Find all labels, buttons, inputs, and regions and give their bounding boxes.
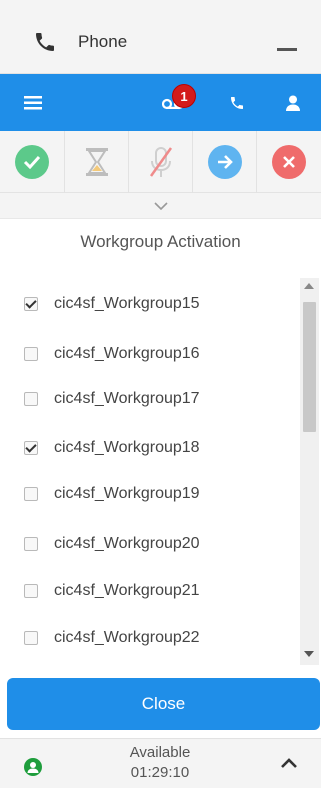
call-button[interactable] [222,74,252,131]
check-icon [15,145,49,179]
workgroup-checkbox[interactable] [24,297,38,311]
workgroup-checkbox[interactable] [24,392,38,406]
workgroup-row[interactable]: cic4sf_Workgroup21 [0,571,300,611]
phone-icon [231,96,243,109]
workgroup-label: cic4sf_Workgroup20 [54,535,200,552]
workgroup-row[interactable]: cic4sf_Workgroup18 [0,428,300,468]
workgroup-checkbox[interactable] [24,631,38,645]
workgroup-row[interactable]: cic4sf_Workgroup16 [0,334,300,374]
scroll-down-arrow[interactable] [304,651,314,657]
minimize-button[interactable] [277,48,297,51]
chevron-down-icon [153,201,168,210]
user-icon [286,95,300,111]
workgroup-label: cic4sf_Workgroup15 [54,295,200,312]
menu-icon [24,95,42,109]
scroll-thumb[interactable] [303,302,316,432]
status-text[interactable]: Available 01:29:10 [100,743,220,783]
notification-badge: 1 [172,84,196,108]
workgroup-label: cic4sf_Workgroup16 [54,345,200,362]
user-button[interactable] [278,74,308,131]
mute-button[interactable] [128,131,193,193]
hold-button[interactable] [64,131,129,193]
chevron-up-icon[interactable] [280,757,298,769]
workgroup-label: cic4sf_Workgroup22 [54,629,200,646]
workgroup-row[interactable]: cic4sf_Workgroup19 [0,474,300,514]
workgroup-checkbox[interactable] [24,441,38,455]
disconnect-button[interactable] [256,131,321,193]
workgroup-row[interactable]: cic4sf_Workgroup22 [0,618,300,658]
toolbar [0,74,321,131]
workgroup-checkbox[interactable] [24,537,38,551]
menu-button[interactable] [18,74,48,131]
workgroup-label: cic4sf_Workgroup17 [54,390,200,407]
workgroup-checkbox[interactable] [24,487,38,501]
workgroup-label: cic4sf_Workgroup18 [54,439,200,456]
status-bar: Available 01:29:10 [0,738,321,788]
workgroup-row[interactable]: cic4sf_Workgroup17 [0,379,300,419]
transfer-button[interactable] [192,131,257,193]
workgroup-label: cic4sf_Workgroup21 [54,582,200,599]
phone-icon [36,33,54,51]
phone-header: Phone [0,0,321,74]
close-button[interactable]: Close [7,678,320,730]
workgroup-row[interactable]: cic4sf_Workgroup20 [0,524,300,564]
close-icon [272,145,306,179]
section-title: Workgroup Activation [80,232,241,251]
workgroup-row[interactable]: cic4sf_Workgroup15 [0,284,300,324]
expand-toggle[interactable] [0,193,321,219]
pickup-button[interactable] [0,131,64,193]
workgroup-label: cic4sf_Workgroup19 [54,485,200,502]
available-status-icon [24,758,42,776]
action-bar [0,131,321,193]
page-title: Phone [78,32,128,51]
workgroup-list: cic4sf_Workgroup15 cic4sf_Workgroup16 ci… [0,278,300,663]
status-timer: 01:29:10 [130,764,190,781]
workgroup-checkbox[interactable] [24,584,38,598]
hourglass-icon [86,148,108,176]
list-scrollbar[interactable] [300,278,319,665]
arrow-right-icon [208,145,242,179]
scroll-up-arrow[interactable] [304,283,314,289]
status-label: Available [129,744,191,761]
mute-mic-icon [149,147,173,177]
workgroup-checkbox[interactable] [24,347,38,361]
